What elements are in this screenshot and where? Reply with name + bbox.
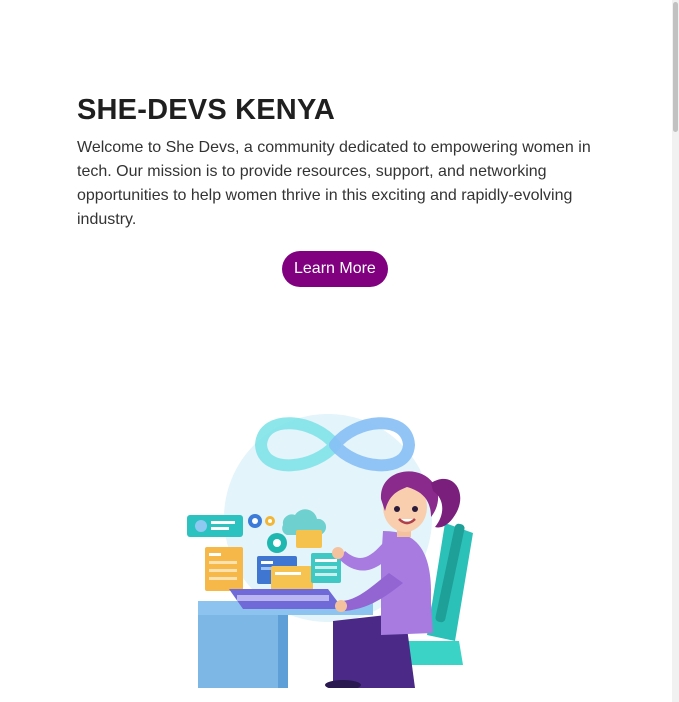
- cta-container: Learn More: [282, 251, 388, 287]
- hero-section: SHE-DEVS KENYA Welcome to She Devs, a co…: [77, 92, 607, 232]
- developer-illustration-image: [187, 414, 473, 690]
- hero-illustration: [183, 403, 483, 690]
- page-scrollbar[interactable]: [672, 0, 679, 702]
- landing-page: SHE-DEVS KENYA Welcome to She Devs, a co…: [0, 0, 672, 702]
- intro-paragraph: Welcome to She Devs, a community dedicat…: [77, 139, 591, 228]
- learn-more-button[interactable]: Learn More: [282, 251, 388, 287]
- scrollbar-thumb[interactable]: [673, 2, 678, 132]
- page-title: SHE-DEVS KENYA: [77, 94, 335, 126]
